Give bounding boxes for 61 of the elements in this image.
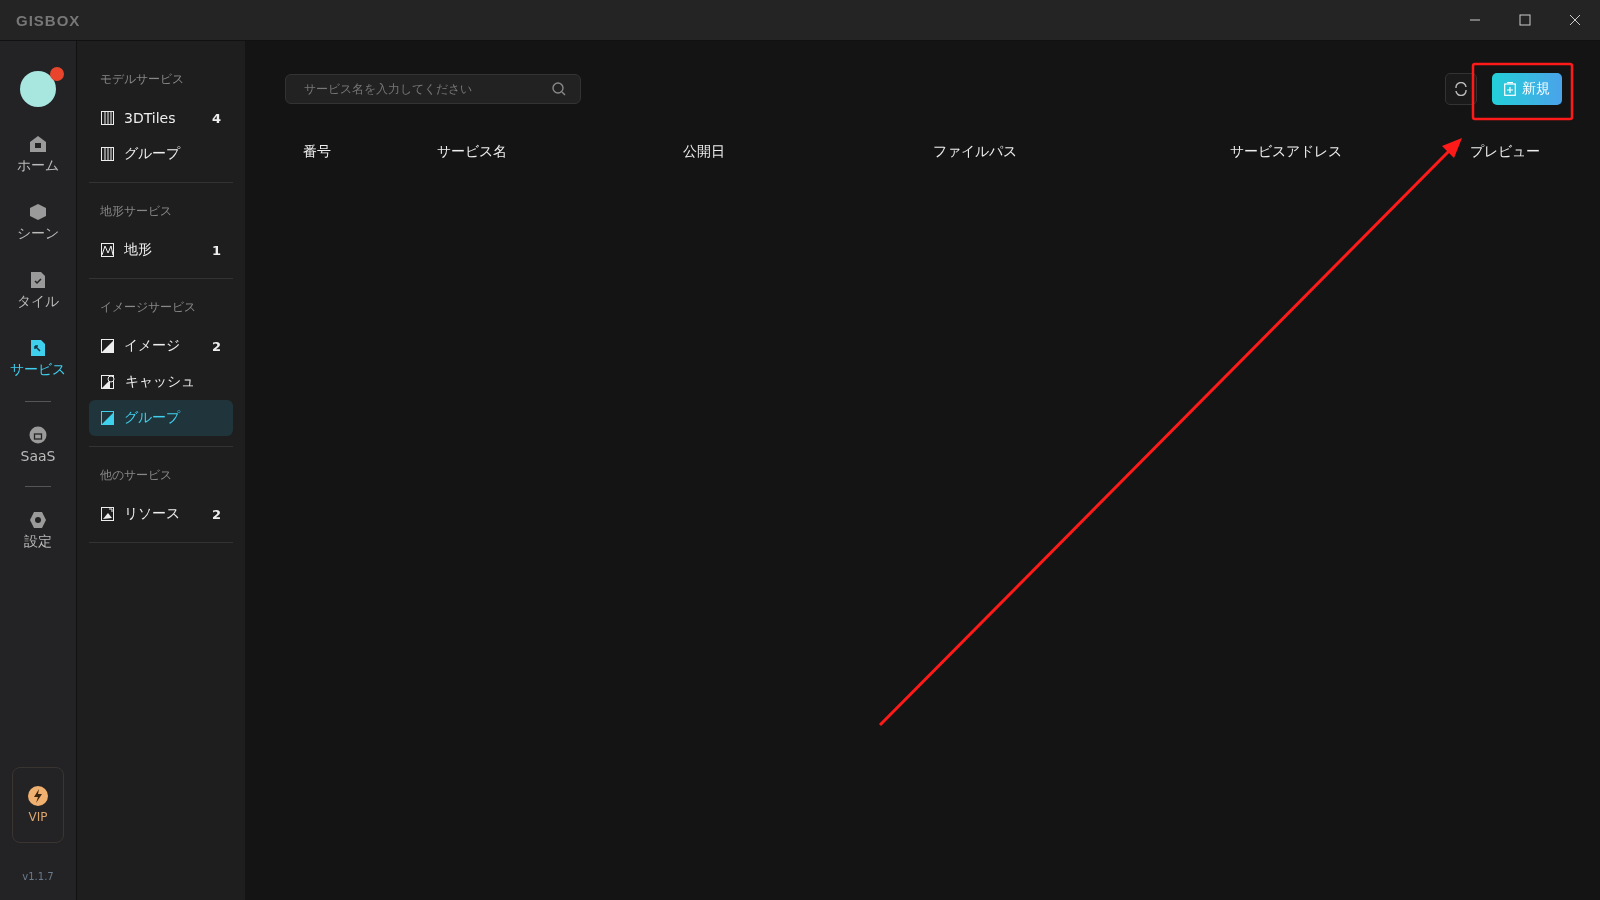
nav-item[interactable]: タイル: [17, 265, 59, 317]
section-title: 他のサービス: [99, 467, 173, 484]
item-label: グループ: [124, 145, 182, 163]
column-header: 公開日: [683, 143, 726, 161]
nav-item[interactable]: SaaS: [20, 420, 56, 470]
document-check-icon: [30, 271, 46, 289]
item-count: 2: [211, 338, 221, 354]
grid-icon: [101, 147, 114, 161]
image-icon: [101, 411, 114, 425]
refresh-button[interactable]: [1445, 73, 1477, 105]
sidebar-item[interactable]: イメージ 2: [89, 328, 233, 364]
user-avatar[interactable]: [20, 71, 56, 107]
sidebar-item[interactable]: 3DTiles 4: [89, 100, 233, 136]
vip-button[interactable]: VIP: [12, 767, 64, 843]
nav-item[interactable]: ホーム: [17, 129, 59, 181]
search-field[interactable]: サービス名を入力してください: [285, 74, 581, 104]
settings-icon: [29, 511, 47, 529]
terrain-icon: [101, 243, 114, 257]
maximize-icon: [1519, 14, 1531, 26]
section-title: 地形サービス: [99, 203, 173, 220]
item-label: リソース: [124, 505, 181, 523]
search-icon: [552, 82, 566, 96]
close-icon: [1569, 14, 1581, 26]
resource-icon: [101, 507, 114, 521]
item-label: グループ: [124, 409, 182, 427]
item-label: 地形: [124, 241, 153, 259]
image-clock-icon: [101, 375, 115, 389]
nav-item[interactable]: サービス: [10, 333, 66, 385]
item-label: 3DTiles: [124, 110, 177, 126]
sidebar-item[interactable]: リソース 2: [89, 496, 233, 532]
nav-item[interactable]: シーン: [17, 197, 59, 249]
refresh-icon: [1454, 82, 1468, 96]
version-label: v1.1.7: [22, 871, 54, 882]
sidebar-item[interactable]: グループ: [89, 136, 233, 172]
grid-icon: [101, 111, 114, 125]
sidebar-item[interactable]: 地形 1: [89, 232, 233, 268]
item-label: イメージ: [124, 337, 181, 355]
image-icon: [101, 339, 114, 353]
column-header: 番号: [303, 143, 332, 161]
service-icon: [30, 339, 46, 357]
sidebar-item[interactable]: グループ: [89, 400, 233, 436]
notification-badge: [50, 67, 64, 81]
add-file-icon: [1504, 82, 1516, 96]
home-icon: [29, 135, 47, 153]
lightning-icon: [28, 786, 48, 806]
section-title: モデルサービス: [99, 71, 185, 88]
nav-item[interactable]: 設定: [24, 505, 52, 557]
search-input[interactable]: サービス名を入力してください: [302, 81, 552, 97]
column-header: サービスアドレス: [1230, 143, 1343, 161]
section-title: イメージサービス: [99, 299, 197, 316]
sidebar-item[interactable]: キャッシュ: [89, 364, 233, 400]
lock-icon: [29, 426, 47, 444]
item-label: キャッシュ: [125, 373, 196, 391]
cube-icon: [29, 203, 47, 221]
item-count: 2: [211, 506, 221, 522]
item-count: 1: [211, 242, 221, 258]
column-header: サービス名: [437, 143, 508, 161]
item-count: 4: [211, 110, 221, 126]
column-header: ファイルパス: [933, 143, 1018, 161]
column-header: プレビュー: [1470, 143, 1541, 161]
app-logo: GISBOX: [16, 11, 81, 29]
